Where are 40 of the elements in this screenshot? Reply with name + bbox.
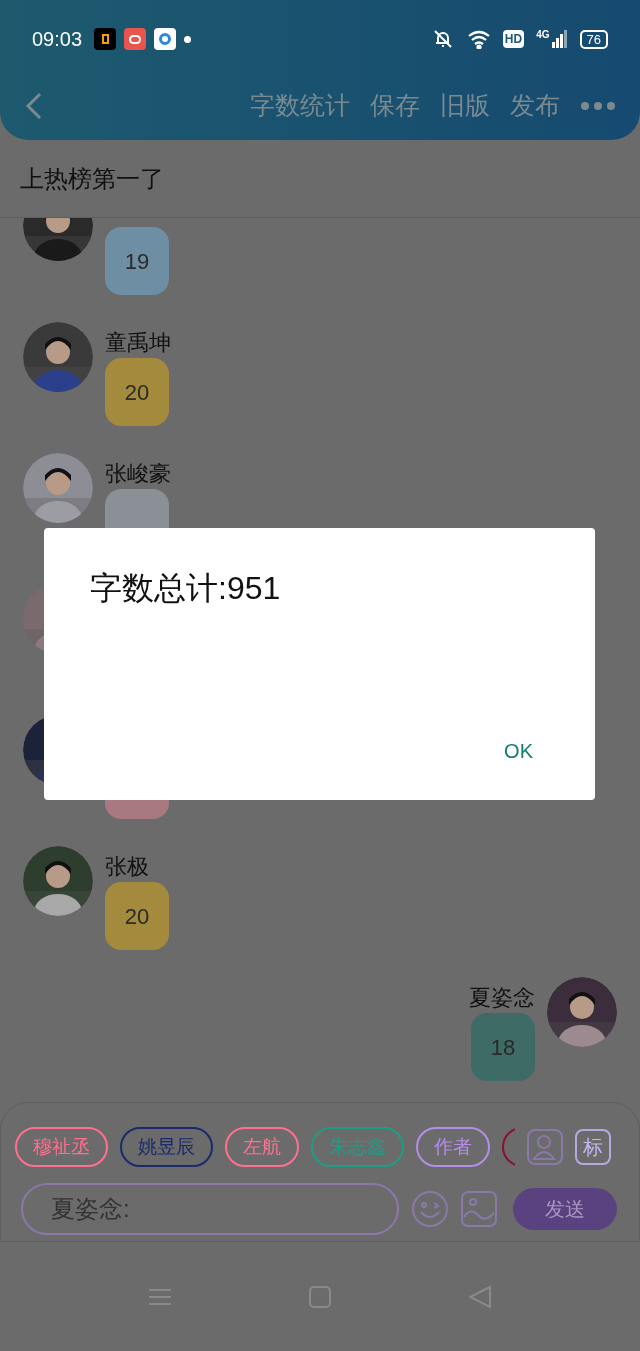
person-icon[interactable] (527, 1129, 563, 1165)
back-icon[interactable] (24, 91, 44, 121)
sender-name: 童禹坤 (105, 330, 171, 355)
role-chip[interactable]: 穆祉丞 (15, 1127, 108, 1167)
sender-name: 夏姿念 (469, 985, 535, 1010)
sender-name: 张峻豪 (105, 461, 171, 486)
chapter-title: 上热榜第一了 (20, 163, 164, 194)
message-bubble[interactable]: 20 (105, 358, 169, 426)
dialog-message: 字数总计:951 (90, 569, 281, 608)
toolbar-action[interactable]: 字数统计 (250, 87, 350, 125)
role-chip[interactable]: 朱志鑫 (311, 1127, 404, 1167)
clock: 09:03 (32, 27, 83, 52)
sender-name: 张极 (105, 854, 149, 879)
menu-icon[interactable] (148, 1286, 173, 1307)
hd-badge: HD (502, 30, 525, 48)
message-bubble[interactable]: 20 (105, 882, 169, 950)
back-triangle-icon[interactable] (467, 1284, 492, 1309)
network-label: 4G (536, 30, 550, 40)
role-chip[interactable]: 姚昱辰 (120, 1127, 213, 1167)
message-input[interactable]: 夏姿念: (21, 1183, 399, 1235)
wifi-icon (466, 29, 491, 49)
toolbar-action[interactable]: 旧版 (440, 87, 490, 125)
emoji-icon[interactable] (411, 1190, 449, 1228)
signal-icon (551, 30, 568, 48)
app-icon (154, 28, 177, 50)
more-icon[interactable] (580, 101, 616, 111)
toolbar-action[interactable]: 保存 (370, 87, 420, 125)
toolbar-action[interactable]: 发布 (510, 87, 560, 125)
message-bubble[interactable]: 18 (471, 1013, 535, 1081)
send-button[interactable]: 发送 (513, 1188, 617, 1230)
tag-button[interactable]: 标 (575, 1129, 611, 1165)
image-icon[interactable] (461, 1191, 497, 1227)
message-bubble[interactable]: 19 (105, 227, 169, 295)
app-icon (94, 28, 117, 50)
role-chip[interactable]: 作者 (416, 1127, 490, 1167)
role-chip[interactable]: 左航 (225, 1127, 299, 1167)
home-icon[interactable] (309, 1285, 331, 1308)
battery-indicator: 76 (579, 29, 608, 49)
app-icon (124, 28, 147, 50)
ok-button[interactable]: OK (492, 732, 545, 770)
